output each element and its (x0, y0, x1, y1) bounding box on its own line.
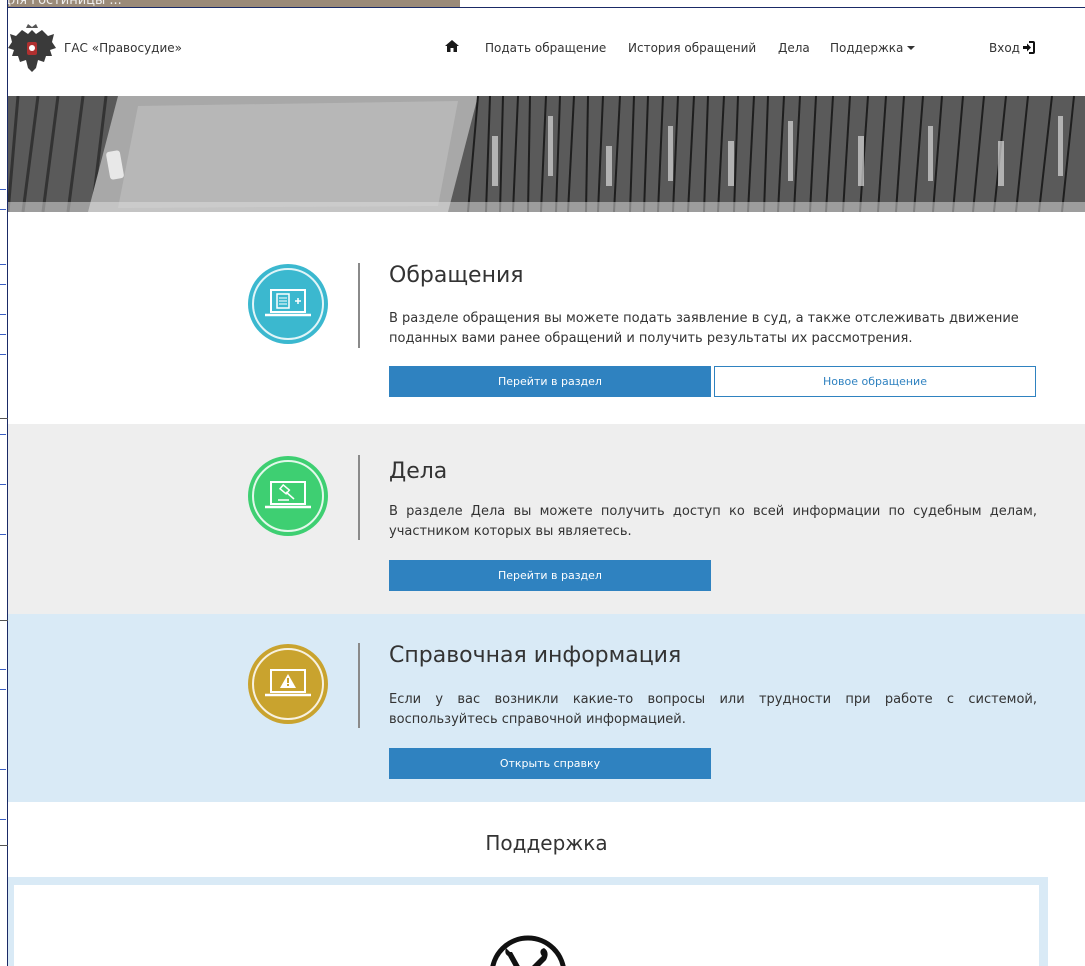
help-section: Справочная информация Если у вас возникл… (8, 614, 1085, 802)
new-appeal-button[interactable]: Новое обращение (714, 366, 1036, 397)
go-to-cases-button[interactable]: Перейти в раздел (389, 560, 711, 591)
site-brand[interactable]: ГАС «Правосудие» (64, 41, 182, 55)
hero-banner (8, 96, 1085, 212)
tools-icon (490, 935, 566, 966)
edge-divider (0, 418, 8, 419)
edge-link[interactable] (0, 305, 6, 315)
section-title: Дела (389, 459, 448, 484)
section-divider (358, 455, 360, 540)
support-heading: Поддержка (485, 831, 608, 855)
coat-of-arms-logo[interactable] (8, 24, 56, 76)
edge-link[interactable] (0, 345, 6, 355)
edge-link[interactable] (0, 525, 6, 535)
cases-circle (248, 456, 328, 536)
login-link[interactable]: Вход (989, 41, 1035, 55)
section-divider (358, 643, 360, 728)
edge-divider (0, 845, 8, 846)
edge-link[interactable] (0, 680, 6, 690)
caret-down-icon (907, 46, 916, 50)
support-card-inner (14, 885, 1039, 966)
cases-section: Дела В разделе Дела вы можете получить д… (8, 424, 1085, 614)
section-description: В разделе Дела вы можете получить доступ… (389, 504, 1037, 539)
background-window-edge (0, 0, 8, 966)
section-divider (358, 263, 360, 348)
home-icon[interactable] (445, 39, 459, 53)
laptop-gavel-icon (265, 481, 311, 509)
edge-link[interactable] (0, 255, 6, 265)
nav-support-dropdown[interactable]: Поддержка (830, 41, 916, 55)
appeals-circle (248, 264, 328, 344)
support-card (8, 877, 1048, 966)
site-header: ГАС «Правосудие» Подать обращение Истори… (8, 8, 1085, 96)
edge-link[interactable] (0, 760, 6, 770)
edge-link[interactable] (0, 275, 6, 285)
nav-support-label: Поддержка (830, 41, 904, 55)
edge-link[interactable] (0, 810, 6, 820)
edge-link[interactable] (0, 475, 6, 485)
open-help-button[interactable]: Открыть справку (389, 748, 711, 779)
edge-divider (0, 620, 8, 621)
edge-link[interactable] (0, 200, 6, 210)
section-title: Обращения (389, 263, 524, 288)
laptop-info-icon (265, 669, 311, 697)
edge-link[interactable] (0, 325, 6, 335)
nav-appeal-history[interactable]: История обращений (628, 41, 756, 55)
section-title: Справочная информация (389, 643, 682, 668)
edge-link[interactable] (0, 425, 6, 435)
login-icon (1022, 41, 1035, 54)
appeals-section: Обращения В разделе обращения вы можете … (8, 212, 1085, 424)
help-circle (248, 644, 328, 724)
edge-link[interactable] (0, 660, 6, 670)
laptop-document-icon (265, 289, 311, 317)
go-to-appeals-button[interactable]: Перейти в раздел (389, 366, 711, 397)
nav-cases[interactable]: Дела (778, 41, 810, 55)
login-label: Вход (989, 41, 1020, 55)
edge-link[interactable] (0, 180, 6, 190)
section-description: В разделе обращения вы можете подать зая… (389, 311, 1019, 346)
browser-page: ГАС «Правосудие» Подать обращение Истори… (8, 7, 1085, 966)
nav-submit-appeal[interactable]: Подать обращение (485, 41, 606, 55)
archive-folders-image (8, 96, 1085, 212)
section-description: Если у вас возникли какие-то вопросы или… (389, 692, 1037, 727)
